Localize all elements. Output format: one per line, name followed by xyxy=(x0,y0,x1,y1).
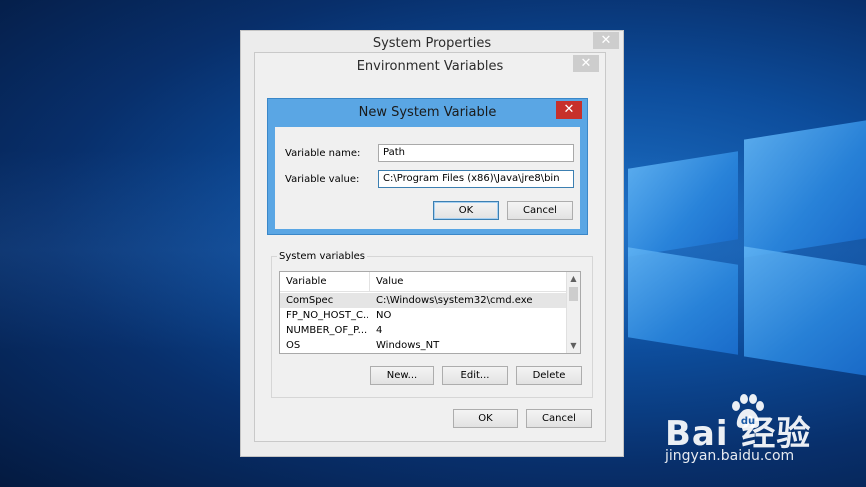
window-title: System Properties xyxy=(372,36,492,51)
scrollbar-thumb[interactable] xyxy=(569,287,578,301)
window-title: Environment Variables xyxy=(356,59,504,74)
table-row[interactable]: NUMBER_OF_P... 4 xyxy=(280,323,567,338)
cell-variable: OS xyxy=(286,340,301,351)
chevron-up-icon[interactable]: ▲ xyxy=(567,272,580,286)
close-icon[interactable]: ✕ xyxy=(556,101,582,119)
dialog-body: Variable name: Path Variable value: C:\P… xyxy=(275,127,580,229)
ok-button[interactable]: OK xyxy=(433,201,499,220)
vertical-scrollbar[interactable]: ▲ ▼ xyxy=(566,272,580,353)
variable-value-label: Variable value: xyxy=(285,174,360,185)
watermark-url: jingyan.baidu.com xyxy=(665,448,795,464)
edit-variable-button[interactable]: Edit... xyxy=(442,366,508,385)
table-row[interactable]: OS Windows_NT xyxy=(280,338,567,353)
baidu-watermark: Bai 经验 du jingyan.baidu.com xyxy=(665,392,865,472)
variable-name-field[interactable]: Path xyxy=(378,144,574,162)
cell-variable: FP_NO_HOST_C... xyxy=(286,310,368,321)
windows-logo-pane xyxy=(744,246,866,376)
cell-value: Windows_NT xyxy=(376,340,440,351)
group-label: System variables xyxy=(277,251,368,262)
baidu-paw-icon: du xyxy=(732,394,764,428)
new-system-variable-dialog: New System Variable ✕ Variable name: Pat… xyxy=(267,98,588,235)
cell-variable: NUMBER_OF_P... xyxy=(286,325,368,336)
system-variables-table[interactable]: Variable Value ComSpec C:\Windows\system… xyxy=(279,271,581,354)
chevron-down-icon[interactable]: ▼ xyxy=(567,339,580,353)
new-variable-button[interactable]: New... xyxy=(370,366,434,385)
variable-value-field[interactable]: C:\Program Files (x86)\Java\jre8\bin xyxy=(378,170,574,188)
table-header: Variable Value xyxy=(280,272,567,292)
windows-logo-pane xyxy=(628,247,738,355)
cell-variable: ComSpec xyxy=(286,295,334,306)
close-icon[interactable]: ✕ xyxy=(593,32,619,49)
column-header-variable[interactable]: Variable xyxy=(280,272,370,292)
dialog-title: New System Variable xyxy=(358,105,497,120)
env-cancel-button[interactable]: Cancel xyxy=(526,409,592,428)
cell-value: 4 xyxy=(376,325,383,336)
env-ok-button[interactable]: OK xyxy=(453,409,518,428)
close-icon[interactable]: ✕ xyxy=(573,55,599,72)
windows-logo-pane xyxy=(628,151,738,257)
table-row[interactable]: ComSpec C:\Windows\system32\cmd.exe xyxy=(280,293,567,308)
column-header-value[interactable]: Value xyxy=(370,272,567,292)
cell-value: NO xyxy=(376,310,392,321)
windows-logo-pane xyxy=(744,120,866,258)
svg-text:du: du xyxy=(741,416,755,427)
cell-value: C:\Windows\system32\cmd.exe xyxy=(376,295,533,306)
delete-variable-button[interactable]: Delete xyxy=(516,366,582,385)
table-row[interactable]: FP_NO_HOST_C... NO xyxy=(280,308,567,323)
variable-name-label: Variable name: xyxy=(285,148,361,159)
cancel-button[interactable]: Cancel xyxy=(507,201,573,220)
